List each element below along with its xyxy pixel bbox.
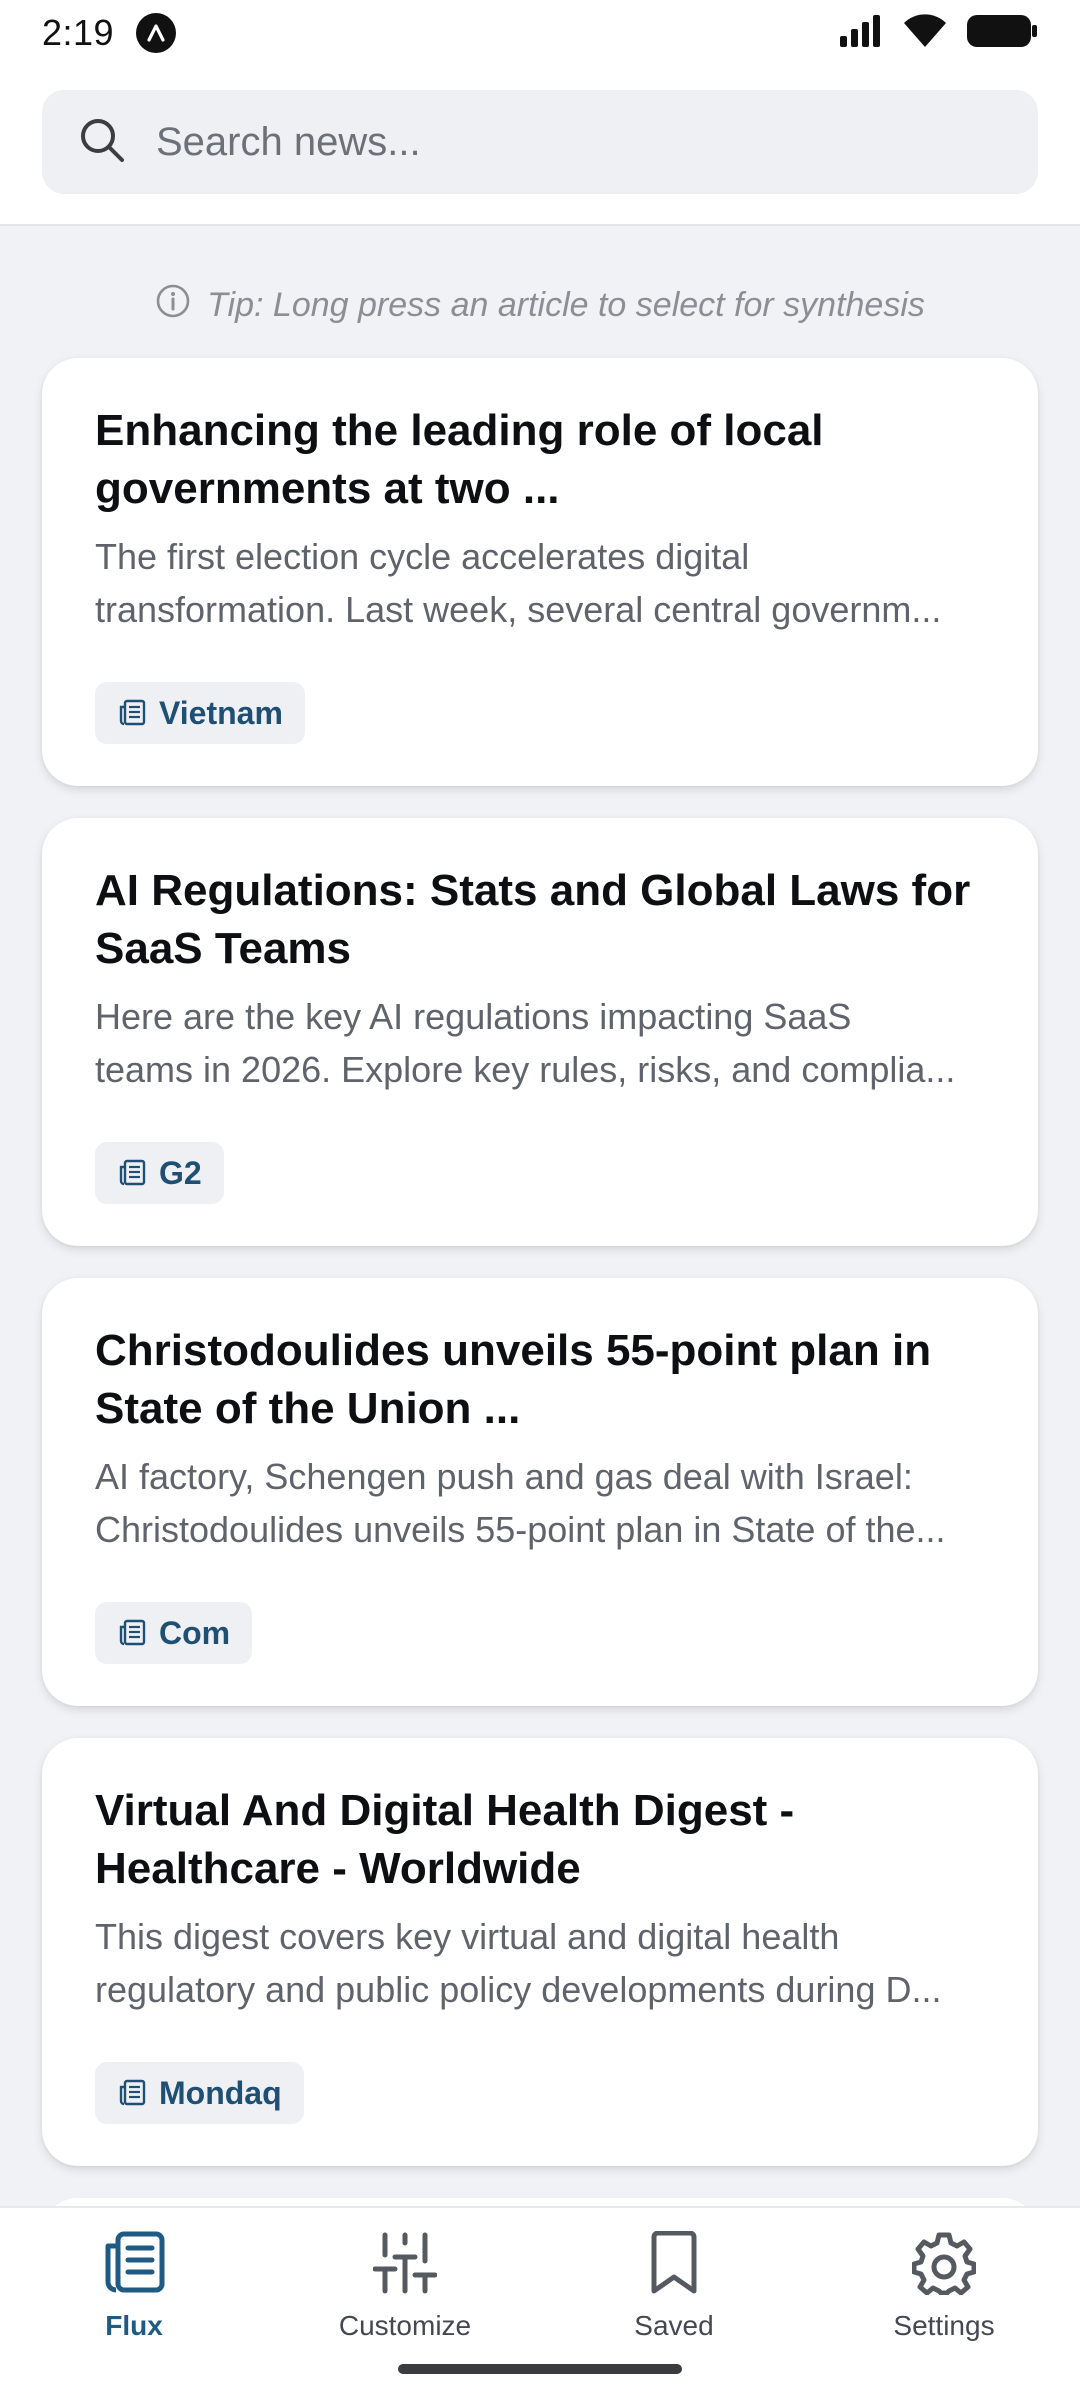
source-chip[interactable]: Vietnam: [95, 682, 305, 744]
bookmark-icon: [648, 2228, 700, 2298]
article-description-line: teams in 2026. Explore key rules, risks,…: [95, 1049, 956, 1090]
nav-label: Saved: [634, 2310, 714, 2341]
source-chip[interactable]: Com: [95, 1602, 253, 1664]
signal-icon: [838, 14, 884, 53]
article-description-line: Christodoulides unveils 55-point plan in…: [95, 1509, 946, 1550]
article-title: Virtual And Digital Health Digest - Heal…: [95, 1786, 795, 1893]
status-icons: [838, 13, 1038, 54]
tip-banner: Tip: Long press an article to select for…: [0, 280, 1080, 330]
app-notification-icon: [136, 13, 177, 53]
nav-item-saved[interactable]: Saved: [574, 2228, 774, 2342]
status-bar: 2:19: [0, 0, 1080, 66]
article-description: AI factory, Schengen push and gas deal w…: [95, 1450, 986, 1556]
battery-icon: [966, 13, 1038, 54]
article-title: AI Regulations: Stats and Global Laws fo…: [95, 866, 971, 973]
news-feed: Enhancing the leading role of local gove…: [42, 358, 1038, 2238]
article-description: This digest covers key virtual and digit…: [95, 1910, 986, 2016]
nav-item-flux[interactable]: Flux: [34, 2228, 234, 2342]
nav-label: Flux: [105, 2310, 163, 2341]
search-icon: [78, 116, 126, 169]
article-title: Enhancing the leading role of local gove…: [95, 406, 824, 513]
newspaper-icon: [117, 698, 147, 728]
source-label: G2: [159, 1154, 202, 1191]
article-description-line: regulatory and public policy development…: [95, 1969, 942, 2010]
article-description-line: This digest covers key virtual and digit…: [95, 1916, 840, 1957]
search-bar[interactable]: [42, 90, 1038, 194]
search-input[interactable]: [156, 119, 976, 165]
wifi-icon: [902, 13, 948, 54]
article-description: The first election cycle accelerates dig…: [95, 530, 986, 636]
source-label: Mondaq: [159, 2074, 282, 2111]
article-card[interactable]: Christodoulides unveils 55-point plan in…: [42, 1278, 1038, 1706]
source-label: Com: [159, 1614, 231, 1651]
nav-label: Settings: [893, 2310, 995, 2341]
article-description-line: transformation. Last week, several centr…: [95, 589, 942, 630]
sliders-icon: [373, 2228, 437, 2298]
status-time: 2:19: [42, 12, 115, 53]
tip-text: Tip: Long press an article to select for…: [207, 285, 925, 324]
source-chip[interactable]: G2: [95, 1142, 224, 1204]
article-card[interactable]: Virtual And Digital Health Digest - Heal…: [42, 1738, 1038, 2166]
gear-icon: [912, 2228, 976, 2298]
nav-item-settings[interactable]: Settings: [844, 2228, 1044, 2342]
nav-item-customize[interactable]: Customize: [305, 2228, 505, 2342]
info-icon: [155, 283, 191, 328]
article-title: Christodoulides unveils 55-point plan in…: [95, 1326, 932, 1433]
source-label: Vietnam: [159, 694, 283, 731]
newspaper-icon: [102, 2228, 166, 2298]
article-card[interactable]: AI Regulations: Stats and Global Laws fo…: [42, 818, 1038, 1246]
app-screen: 2:19 Search news... Tip: Long press an a…: [0, 0, 1080, 2400]
source-chip[interactable]: Mondaq: [95, 2062, 304, 2124]
nav-label: Customize: [338, 2310, 472, 2341]
article-card[interactable]: Enhancing the leading role of local gove…: [42, 358, 1038, 786]
article-description-line: The first election cycle accelerates dig…: [95, 536, 750, 577]
home-indicator[interactable]: [398, 2364, 682, 2374]
article-description-line: AI factory, Schengen push and gas deal w…: [95, 1456, 913, 1497]
newspaper-icon: [117, 1158, 147, 1188]
article-description-line: Here are the key AI regulations impactin…: [95, 996, 852, 1037]
article-description: Here are the key AI regulations impactin…: [95, 990, 986, 1096]
header: [0, 66, 1080, 226]
newspaper-icon: [117, 2078, 147, 2108]
newspaper-icon: [117, 1618, 147, 1648]
